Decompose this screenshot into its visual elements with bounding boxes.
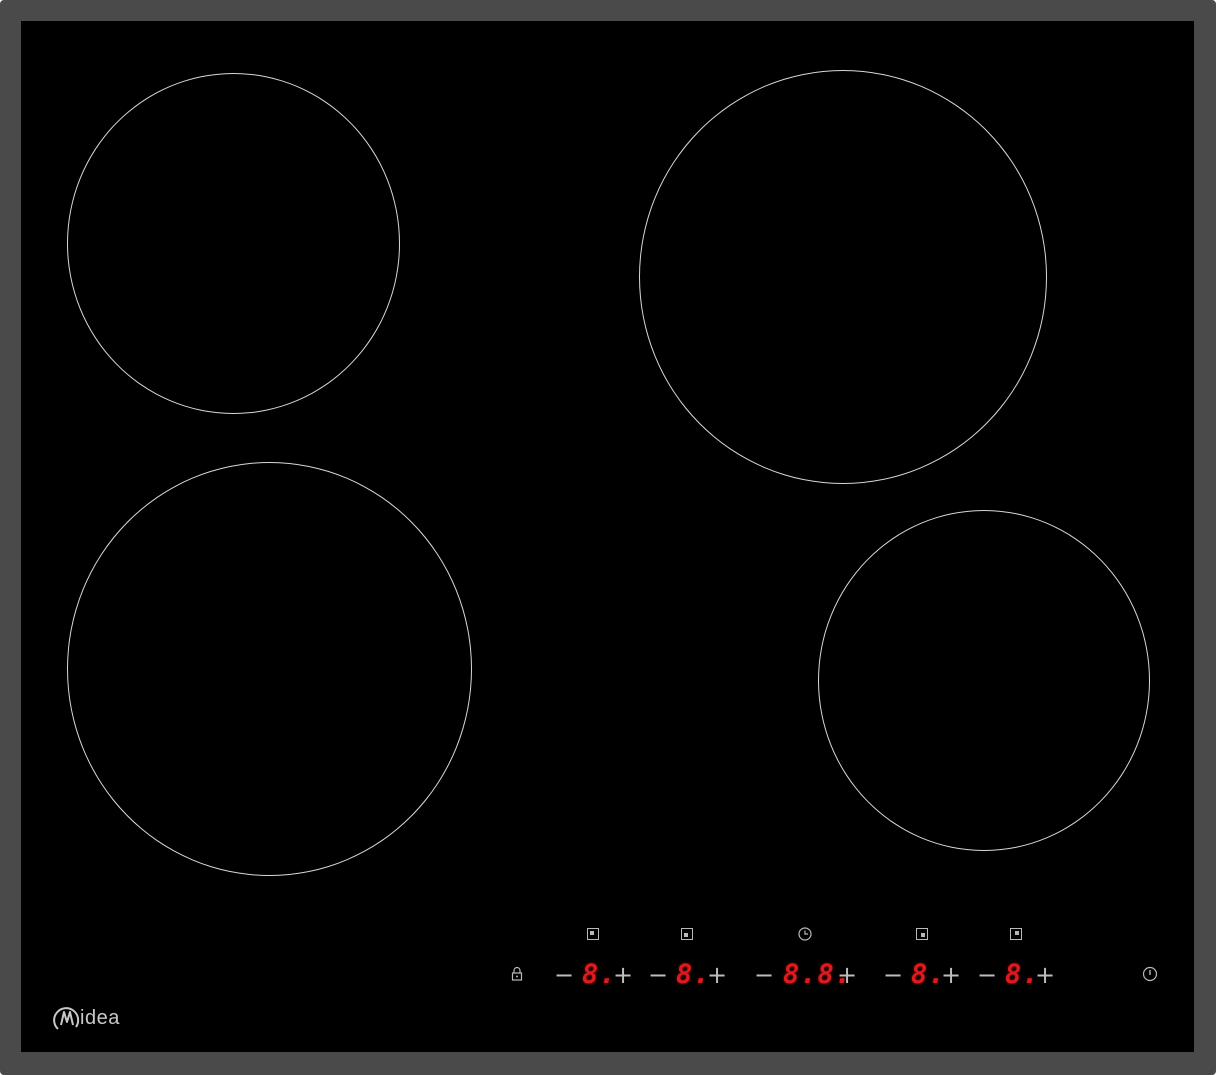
front-left-plus-button[interactable]: + xyxy=(706,963,728,987)
rear-left-minus-button[interactable]: − xyxy=(553,963,575,987)
zone-indicator-front-right-icon xyxy=(916,928,928,940)
brand-logo: idea xyxy=(52,1003,120,1033)
zone-indicator-rear-left-icon xyxy=(587,928,599,940)
zone-indicator-rear-right-icon xyxy=(1010,928,1022,940)
rear-right-minus-button[interactable]: − xyxy=(976,963,998,987)
clock-icon xyxy=(798,927,812,941)
rear-left-plus-button[interactable]: + xyxy=(612,963,634,987)
lock-icon[interactable] xyxy=(510,966,524,982)
brand-name: idea xyxy=(80,1006,120,1029)
zone-indicator-front-left-icon xyxy=(681,928,693,940)
front-right-plus-button[interactable]: + xyxy=(940,963,962,987)
rear-right-plus-button[interactable]: + xyxy=(1034,963,1056,987)
midea-m-logo-icon xyxy=(53,1007,80,1030)
cooking-zone-rear-left xyxy=(67,73,400,414)
timer-plus-button[interactable]: + xyxy=(836,963,858,987)
timer-minus-button[interactable]: − xyxy=(753,963,775,987)
front-right-minus-button[interactable]: − xyxy=(882,963,904,987)
front-left-minus-button[interactable]: − xyxy=(647,963,669,987)
power-icon[interactable] xyxy=(1142,966,1158,982)
cooking-zone-rear-right xyxy=(639,70,1047,484)
cooking-zone-front-right xyxy=(818,510,1150,851)
cooking-zone-front-left xyxy=(67,462,472,876)
